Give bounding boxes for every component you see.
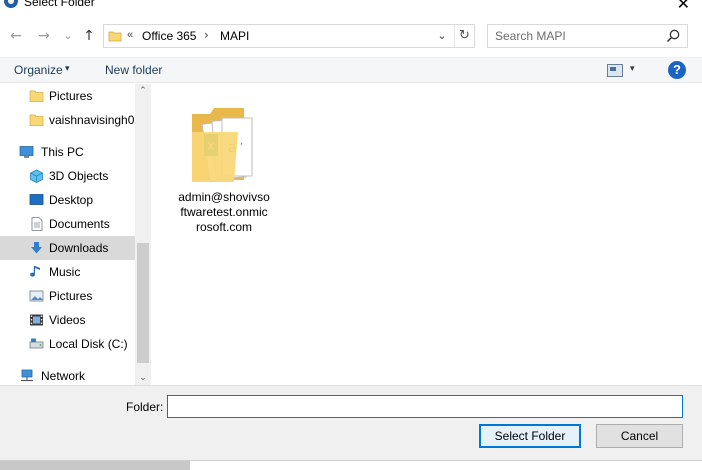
file-list: X a , admin@shovivso ftwaretest.onmic ro… — [152, 84, 702, 385]
nav-item-label: This PC — [41, 145, 84, 159]
downloads-icon — [31, 242, 42, 254]
folder-label: Folder: — [126, 400, 164, 414]
organize-button[interactable]: Organize — [14, 63, 63, 77]
breadcrumb-mapi[interactable]: MAPI — [220, 29, 249, 43]
app-icon — [4, 0, 18, 8]
close-icon[interactable]: ✕ — [677, 0, 690, 13]
desktop-icon — [29, 194, 44, 205]
nav-item-label: Videos — [49, 313, 86, 327]
nav-item-label: 3D Objects — [49, 169, 109, 183]
new-folder-button[interactable]: New folder — [105, 63, 162, 77]
bottom-panel: Folder: Select Folder Cancel — [0, 385, 702, 470]
folder-icon — [29, 114, 44, 126]
folder-input[interactable] — [167, 395, 683, 418]
3d-objects-icon — [30, 169, 43, 183]
nav-item-pictures-quick[interactable]: Pictures — [0, 84, 135, 108]
scroll-down-icon[interactable]: ⌄ — [135, 373, 151, 383]
command-bar: Organize ▾ New folder ▾ ? — [0, 57, 702, 83]
drive-icon — [29, 338, 44, 349]
nav-item-label: Network — [41, 369, 86, 383]
folder-with-files-icon: X a , — [192, 108, 253, 183]
select-folder-button[interactable]: Select Folder — [479, 424, 581, 448]
view-options-chevron-icon[interactable]: ▾ — [630, 64, 635, 74]
svg-text:,: , — [240, 137, 243, 147]
file-name-line: rosoft.com — [195, 220, 252, 234]
chevron-down-icon[interactable]: ▾ — [65, 64, 70, 74]
refresh-button[interactable]: ↻ — [454, 25, 474, 47]
nav-item-music[interactable]: Music — [0, 260, 135, 284]
nav-item-videos[interactable]: Videos — [0, 308, 135, 332]
network-icon — [21, 369, 33, 382]
back-button[interactable]: ← — [6, 26, 26, 46]
nav-item-downloads[interactable]: Downloads — [0, 236, 135, 260]
forward-button[interactable]: → — [34, 26, 54, 46]
breadcrumb-office365[interactable]: Office 365 — [142, 29, 196, 43]
window-title: Select Folder — [24, 0, 95, 9]
music-icon — [30, 266, 40, 277]
bottom-strip — [0, 460, 702, 470]
file-name-line: admin@shovivso — [178, 190, 270, 204]
nav-item-desktop[interactable]: Desktop — [0, 188, 135, 212]
cancel-button[interactable]: Cancel — [596, 424, 683, 448]
search-input[interactable] — [488, 25, 660, 47]
address-dropdown-button[interactable]: ⌄ — [434, 27, 450, 45]
title-bar: Select Folder ✕ — [0, 0, 702, 14]
videos-icon — [30, 314, 43, 326]
nav-item-label: Desktop — [49, 193, 94, 207]
file-item-name: admin@shovivso ftwaretest.onmic rosoft.c… — [176, 190, 272, 235]
folder-icon — [29, 90, 44, 102]
nav-item-user-folder[interactable]: vaishnavisingh09 — [0, 108, 135, 132]
up-button[interactable]: ↑ — [79, 26, 99, 46]
navigation-pane: Pictures vaishnavisingh09 This PC 3D Obj… — [0, 84, 151, 385]
pictures-icon — [29, 290, 44, 302]
scrollbar-thumb[interactable] — [137, 243, 149, 363]
documents-icon — [31, 217, 43, 231]
breadcrumb-overflow[interactable]: « — [127, 29, 133, 41]
nav-item-label: Pictures — [49, 289, 93, 303]
computer-icon — [19, 146, 34, 158]
breadcrumb-separator[interactable]: › — [204, 28, 209, 42]
nav-item-label: Pictures — [49, 89, 93, 103]
nav-item-documents[interactable]: Documents — [0, 212, 135, 236]
nav-item-label: Documents — [49, 217, 110, 231]
nav-item-3d-objects[interactable]: 3D Objects — [0, 164, 135, 188]
file-name-line: ftwaretest.onmic — [180, 205, 268, 219]
address-bar[interactable]: « Office 365 › MAPI ⌄ ↻ — [103, 24, 475, 48]
navigation-scrollbar[interactable]: ⌃ ⌄ — [135, 84, 151, 385]
nav-item-label: vaishnavisingh09 — [49, 113, 135, 127]
nav-item-network[interactable]: Network — [0, 364, 135, 385]
change-view-icon[interactable] — [607, 64, 623, 77]
help-icon[interactable]: ? — [668, 61, 686, 79]
nav-item-label: Local Disk (C:) — [49, 337, 128, 351]
bottom-strip-segment — [0, 461, 190, 470]
file-item-folder[interactable]: X a , admin@shovivso ftwaretest.onmic ro… — [176, 98, 272, 238]
nav-item-label: Downloads — [49, 241, 109, 255]
folder-icon — [108, 31, 122, 42]
search-box[interactable] — [487, 24, 688, 48]
nav-item-pictures[interactable]: Pictures — [0, 284, 135, 308]
scroll-up-icon[interactable]: ⌃ — [135, 86, 151, 96]
nav-item-label: Music — [49, 265, 81, 279]
search-icon[interactable] — [665, 28, 681, 44]
nav-item-local-disk[interactable]: Local Disk (C:) — [0, 332, 135, 356]
nav-item-this-pc[interactable]: This PC — [0, 140, 135, 164]
recent-locations-button[interactable]: ⌄ — [58, 26, 78, 46]
